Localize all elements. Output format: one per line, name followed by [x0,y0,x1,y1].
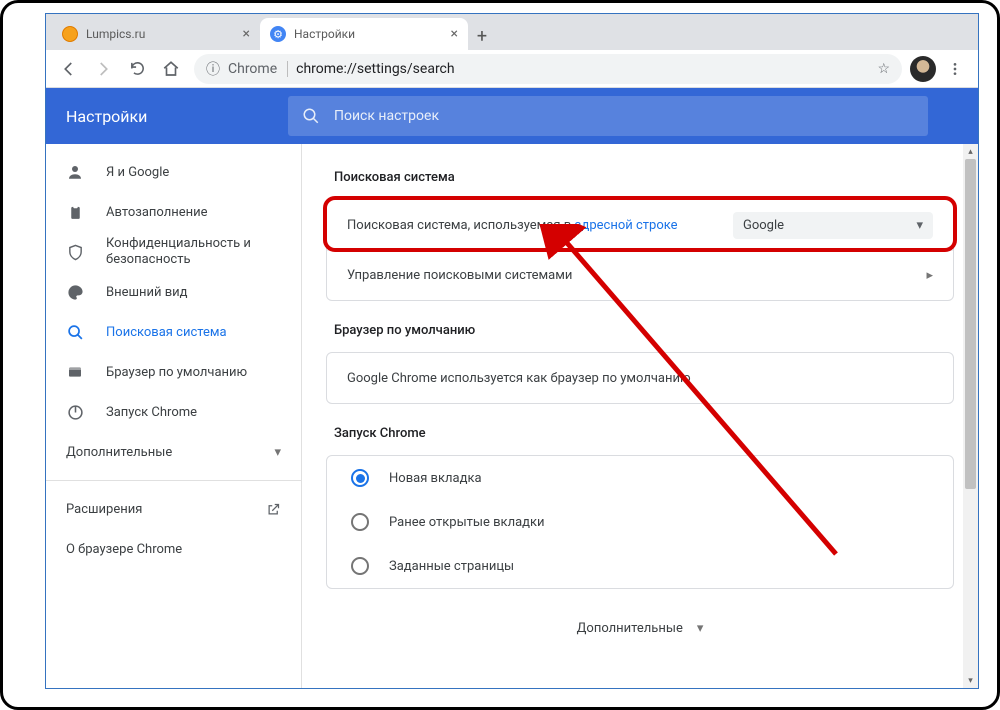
back-button[interactable] [54,54,84,84]
sidebar-item-startup[interactable]: Запуск Chrome [46,392,289,432]
power-icon [66,403,84,421]
window-icon [66,363,84,381]
page-title: Настройки [66,107,288,126]
sidebar-item-autofill[interactable]: Автозаполнение [46,192,289,232]
omnibox-url: chrome://settings/search [296,61,454,77]
favicon-icon [62,26,78,42]
chevron-right-icon: ▸ [926,268,933,283]
home-button[interactable] [156,54,186,84]
search-engine-select[interactable]: Google ▾ [733,212,933,239]
section-title-startup: Запуск Chrome [334,426,954,441]
startup-card: Новая вкладка Ранее открытые вкладки Зад… [326,455,954,589]
sidebar-item-default-browser[interactable]: Браузер по умолчанию [46,352,289,392]
search-engine-row[interactable]: Поисковая система, используемая в адресн… [327,200,953,250]
tab-title: Настройки [294,27,355,41]
advanced-toggle[interactable]: Дополнительные ▾ [326,611,954,646]
sidebar-item-appearance[interactable]: Внешний вид [46,272,289,312]
sidebar-label: О браузере Chrome [66,542,182,557]
search-icon [302,107,320,125]
tab-title: Lumpics.ru [86,27,145,41]
chevron-down-icon: ▾ [274,445,281,460]
sidebar-item-you-and-google[interactable]: Я и Google [46,152,289,192]
bookmark-icon[interactable]: ☆ [877,61,890,77]
radio-icon [351,469,369,487]
section-title-default-browser: Браузер по умолчанию [334,323,954,338]
omnibox-prefix: Chrome [228,61,288,77]
search-placeholder: Поиск настроек [334,108,439,124]
address-bar[interactable]: ⓘ Chrome chrome://settings/search ☆ [194,54,902,84]
settings-content: Поисковая система Поисковая система, исп… [302,144,978,688]
settings-search[interactable]: Поиск настроек [288,96,928,136]
chevron-down-icon: ▾ [916,218,923,233]
sidebar-label: Я и Google [106,165,169,180]
person-icon [66,163,84,181]
select-value: Google [743,218,784,233]
sidebar-label: Запуск Chrome [106,405,197,420]
palette-icon [66,283,84,301]
scrollbar[interactable]: ▴ ▾ [963,144,978,688]
sidebar-item-privacy[interactable]: Конфиденциальность и безопасность [46,232,289,272]
option-label: Новая вкладка [389,471,482,486]
sidebar-label: Конфиденциальность и безопасность [106,236,269,269]
sidebar-about[interactable]: О браузере Chrome [46,529,301,569]
menu-button[interactable] [940,54,970,84]
section-title-search: Поисковая система [334,170,954,185]
shield-icon [66,243,84,261]
toolbar: ⓘ Chrome chrome://settings/search ☆ [46,50,978,88]
tab-strip: Lumpics.ru × ⚙ Настройки × + [46,14,978,50]
row-text: Google Chrome используется как браузер п… [347,371,691,386]
forward-button[interactable] [88,54,118,84]
close-icon[interactable]: × [451,26,458,42]
radio-icon [351,557,369,575]
manage-search-engines-row[interactable]: Управление поисковыми системами ▸ [327,250,953,300]
sidebar-item-search[interactable]: Поисковая система [46,312,289,352]
more-label: Дополнительные [577,621,683,636]
sidebar-extensions[interactable]: Расширения [46,489,301,529]
startup-option-continue[interactable]: Ранее открытые вкладки [327,500,953,544]
sidebar-label: Браузер по умолчанию [106,365,247,380]
sidebar-label: Дополнительные [66,445,172,460]
sidebar-label: Расширения [66,502,142,517]
scroll-down-icon[interactable]: ▾ [963,673,978,688]
close-icon[interactable]: × [243,26,250,42]
reload-button[interactable] [122,54,152,84]
sidebar-advanced[interactable]: Дополнительные ▾ [46,432,301,472]
row-text: Управление поисковыми системами [347,268,572,283]
gear-icon: ⚙ [270,26,286,42]
option-label: Ранее открытые вкладки [389,515,545,530]
search-icon [66,323,84,341]
new-tab-button[interactable]: + [468,22,496,50]
radio-icon [351,513,369,531]
search-engine-card: Поисковая система, используемая в адресн… [326,199,954,301]
option-label: Заданные страницы [389,559,514,574]
clipboard-icon [66,203,84,221]
startup-option-specific[interactable]: Заданные страницы [327,544,953,588]
tab-settings[interactable]: ⚙ Настройки × [260,18,468,50]
sidebar-label: Внешний вид [106,285,188,300]
address-bar-link[interactable]: адресной строке [574,218,677,233]
startup-option-new-tab[interactable]: Новая вкладка [327,456,953,500]
sidebar-label: Автозаполнение [106,205,208,220]
sidebar-label: Поисковая система [106,325,227,340]
external-link-icon [266,502,281,517]
settings-header: Настройки Поиск настроек [46,88,978,144]
default-browser-card: Google Chrome используется как браузер п… [326,352,954,404]
tab-lumpics[interactable]: Lumpics.ru × [52,18,260,50]
chevron-down-icon: ▾ [697,621,704,636]
sidebar: Я и Google Автозаполнение Конфиденциальн… [46,144,302,688]
row-text: Поисковая система, используемая в адресн… [347,218,678,233]
default-browser-row: Google Chrome используется как браузер п… [327,353,953,403]
info-icon: ⓘ [206,59,220,79]
scrollbar-thumb[interactable] [965,159,976,489]
profile-avatar[interactable] [910,56,936,82]
scroll-up-icon[interactable]: ▴ [963,144,978,159]
